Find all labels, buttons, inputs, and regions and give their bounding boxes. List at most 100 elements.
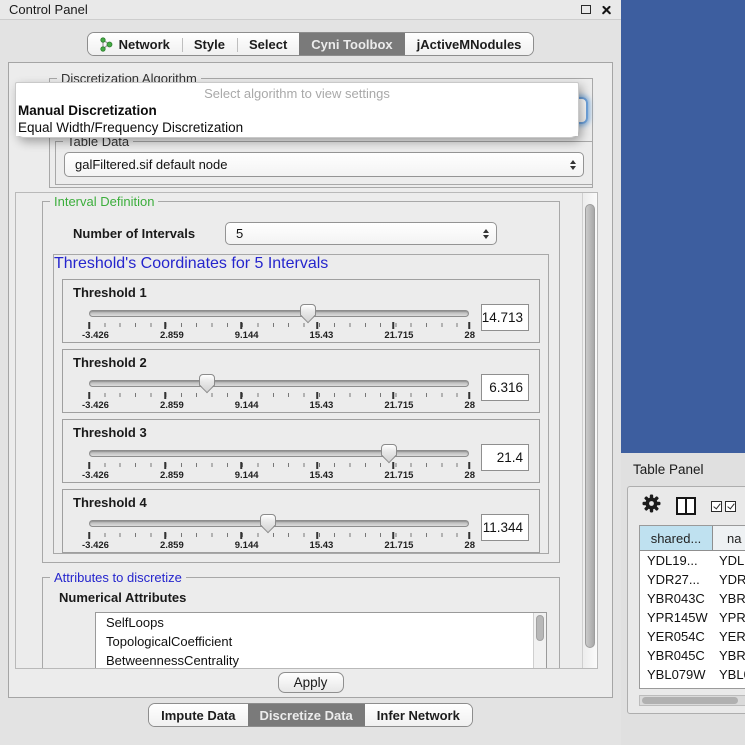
table-data-group: Table Data galFiltered.sif default node (55, 141, 593, 185)
column-header-name[interactable]: na (713, 526, 745, 550)
table-row[interactable]: YLR345WYLR3 (640, 684, 745, 689)
table-panel-title: Table Panel (621, 453, 745, 477)
thresholds-group-label: Threshold's Coordinates for 5 Intervals (54, 255, 328, 272)
table-row[interactable]: YBR045CYBR0 (640, 646, 745, 665)
attributes-group-label: Attributes to discretize (50, 570, 186, 585)
control-panel: Control Panel Network Style Select Cyni … (0, 0, 621, 745)
table-horizontal-scrollbar[interactable] (639, 695, 745, 706)
slider-ticks (89, 532, 469, 539)
interval-definition-group: Interval Definition Number of Intervals … (42, 201, 560, 563)
threshold-2-slider[interactable]: -3.4262.8599.14415.4321.71528 (89, 373, 469, 411)
threshold-4-label: Threshold 4 (73, 495, 529, 510)
numerical-attributes-list: SelfLoops TopologicalCoefficient Between… (95, 612, 547, 669)
thresholds-group: Threshold's Coordinates for 5 Intervals … (53, 254, 549, 554)
bottom-tab-bar: Impute Data Discretize Data Infer Networ… (0, 703, 621, 727)
tab-network-label: Network (119, 37, 170, 52)
tab-cyni-toolbox[interactable]: Cyni Toolbox (299, 33, 404, 55)
slider-track[interactable] (89, 520, 469, 527)
list-item[interactable]: BetweennessCentrality (96, 651, 546, 669)
threshold-1-slider[interactable]: -3.4262.8599.14415.4321.71528 (89, 303, 469, 341)
popup-option-manual-discretization[interactable]: Manual Discretization (16, 102, 578, 119)
scrollbar-thumb[interactable] (585, 204, 595, 648)
number-of-intervals-combobox[interactable]: 5 (225, 222, 497, 245)
slider-tick-labels: -3.4262.8599.14415.4321.71528 (82, 540, 475, 551)
table-row[interactable]: YBL079WYBL0 (640, 665, 745, 684)
slider-ticks (89, 462, 469, 469)
tab-jactivemnodules[interactable]: jActiveMNodules (405, 33, 534, 55)
column-header-shared-name[interactable]: shared... (640, 526, 713, 550)
popup-prompt-item[interactable]: Select algorithm to view settings (16, 85, 578, 102)
list-item[interactable]: TopologicalCoefficient (96, 632, 546, 651)
node-attribute-table: shared... na YDL19...YDL1 YDR27...YDR2 Y… (639, 525, 745, 689)
threshold-2-panel: Threshold 2 -3.4262.8599.14415.4321.7152… (62, 349, 540, 413)
slider-track[interactable] (89, 380, 469, 387)
tab-network[interactable]: Network (88, 33, 182, 55)
threshold-4-slider[interactable]: -3.4262.8599.14415.4321.71528 (89, 513, 469, 551)
close-icon[interactable] (601, 4, 612, 15)
combo-arrows-icon (570, 160, 576, 170)
control-panel-titlebar: Control Panel (0, 0, 621, 20)
table-row[interactable]: YER054CYER0 (640, 627, 745, 646)
slider-ticks (89, 322, 469, 329)
algorithm-dropdown-popup: Select algorithm to view settings Manual… (15, 82, 579, 138)
tab-discretize-data[interactable]: Discretize Data (248, 704, 365, 726)
tab-impute-data[interactable]: Impute Data (149, 704, 247, 726)
table-header-row: shared... na (640, 526, 745, 551)
checkbox-checked-icon[interactable] (711, 501, 722, 512)
network-icon (100, 37, 113, 52)
checkbox-checked-icon[interactable] (725, 501, 736, 512)
split-columns-icon[interactable] (676, 497, 696, 515)
slider-tick-labels: -3.4262.8599.14415.4321.71528 (82, 470, 475, 481)
slider-thumb[interactable] (260, 514, 276, 526)
panel-title: Control Panel (9, 2, 88, 17)
threshold-1-value-field[interactable]: 14.713 (481, 304, 529, 331)
numerical-attributes-label: Numerical Attributes (59, 590, 559, 605)
table-panel-toolbar (628, 487, 745, 525)
slider-thumb[interactable] (300, 304, 316, 316)
interval-definition-label: Interval Definition (50, 194, 158, 209)
threshold-3-value-field[interactable]: 21.4 (481, 444, 529, 471)
threshold-1-label: Threshold 1 (73, 285, 529, 300)
slider-tick-labels: -3.4262.8599.14415.4321.71528 (82, 330, 475, 341)
threshold-2-label: Threshold 2 (73, 355, 529, 370)
top-tab-bar: Network Style Select Cyni Toolbox jActiv… (0, 32, 621, 56)
slider-track[interactable] (89, 310, 469, 317)
table-row[interactable]: YDL19...YDL1 (640, 551, 745, 570)
checkbox-toggles[interactable] (711, 501, 736, 512)
table-row[interactable]: YDR27...YDR2 (640, 570, 745, 589)
table-row[interactable]: YBR043CYBR0 (640, 589, 745, 608)
settings-vertical-scrollbar[interactable] (582, 193, 597, 668)
list-scrollbar[interactable] (533, 613, 546, 669)
threshold-2-value-field[interactable]: 6.316 (481, 374, 529, 401)
gear-icon[interactable] (642, 494, 661, 518)
slider-tick-labels: -3.4262.8599.14415.4321.71528 (82, 400, 475, 411)
list-item[interactable]: SelfLoops (96, 613, 546, 632)
tab-style[interactable]: Style (182, 33, 237, 55)
attributes-to-discretize-group: Attributes to discretize Numerical Attri… (42, 577, 560, 669)
float-window-icon[interactable] (581, 5, 591, 14)
threshold-3-label: Threshold 3 (73, 425, 529, 440)
scrollbar-thumb[interactable] (642, 697, 738, 704)
network-window-frame: GAL80 GA C GAL11 GAL4 GCY1 H HAP2 (621, 0, 745, 453)
apply-button[interactable]: Apply (278, 672, 344, 693)
threshold-3-panel: Threshold 3 -3.4262.8599.14415.4321.7152… (62, 419, 540, 483)
combo-arrows-icon (483, 229, 489, 239)
table-panel-box: shared... na YDL19...YDL1 YDR27...YDR2 Y… (627, 486, 745, 714)
cyni-toolbox-panel: Discretization Algorithm Table Data galF… (8, 62, 613, 698)
number-of-intervals-label: Number of Intervals (73, 226, 225, 241)
threshold-4-value-field[interactable]: 11.344 (481, 514, 529, 541)
popup-option-equal-width[interactable]: Equal Width/Frequency Discretization (16, 119, 578, 136)
settings-scroll-viewport: Interval Definition Number of Intervals … (15, 192, 598, 669)
slider-track[interactable] (89, 450, 469, 457)
table-panel: Table Panel (621, 453, 745, 745)
threshold-3-slider[interactable]: -3.4262.8599.14415.4321.71528 (89, 443, 469, 481)
table-data-combobox[interactable]: galFiltered.sif default node (64, 152, 584, 177)
threshold-1-panel: Threshold 1 -3.4262.8599.14415.4321.7152… (62, 279, 540, 343)
slider-ticks (89, 392, 469, 399)
tab-infer-network[interactable]: Infer Network (365, 704, 472, 726)
slider-thumb[interactable] (199, 374, 215, 386)
threshold-4-panel: Threshold 4 -3.4262.8599.14415.4321.7152… (62, 489, 540, 553)
slider-thumb[interactable] (381, 444, 397, 456)
tab-select[interactable]: Select (237, 33, 299, 55)
table-row[interactable]: YPR145WYPR1 (640, 608, 745, 627)
